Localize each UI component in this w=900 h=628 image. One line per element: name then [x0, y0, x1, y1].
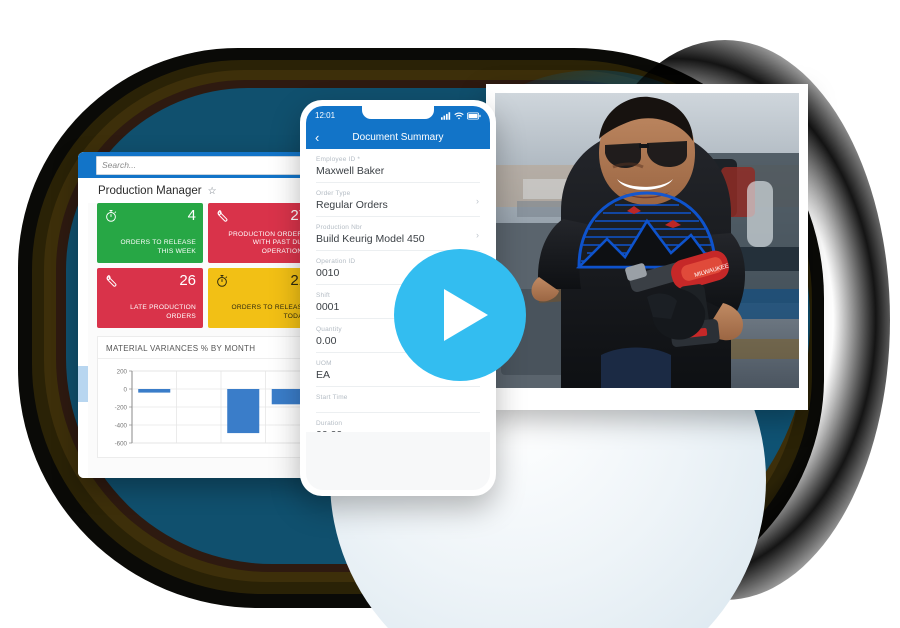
svg-text:-400: -400 — [115, 423, 128, 430]
kpi-tile-grid: 4 ORDERS TO RELEASE THIS WEEK 27 PRODUCT… — [88, 203, 323, 328]
chart-plot-area: 200 0 -200 -400 -600 — [98, 359, 313, 457]
field-value: Build Keurig Model 450 — [316, 233, 425, 245]
phone-status-bar: 12:01 — [306, 106, 490, 125]
search-placeholder: Search... — [102, 160, 137, 170]
phone-page-title: Document Summary — [352, 131, 444, 143]
form-field-production-nbr[interactable]: Production Nbr Build Keurig Model 450 › — [316, 217, 480, 251]
field-value: Maxwell Baker — [316, 165, 385, 177]
field-label: Duration — [316, 420, 343, 427]
wifi-icon — [454, 112, 464, 119]
tile-top-row: 26 — [104, 272, 196, 289]
kpi-tile-orders-to-release-today[interactable]: 21 ORDERS TO RELEASE TODAY — [208, 268, 314, 328]
worker-photo-clip: MILWAUKEE — [495, 93, 799, 388]
status-time: 12:01 — [315, 111, 336, 120]
worker-photo: MILWAUKEE — [495, 93, 799, 388]
field-label: Production Nbr — [316, 224, 363, 231]
svg-text:200: 200 — [117, 369, 128, 376]
star-outline-icon[interactable]: ☆ — [208, 186, 217, 197]
chevron-right-icon[interactable]: › — [476, 196, 479, 206]
tile-label: ORDERS TO RELEASE TODAY — [231, 304, 307, 320]
tile-value: 26 — [179, 272, 196, 289]
svg-text:-200: -200 — [115, 405, 128, 412]
rail-blue-segment — [78, 152, 88, 178]
page-title: Production Manager — [98, 185, 202, 197]
form-field-employee-id: Employee ID * Maxwell Baker — [316, 149, 480, 183]
chevron-right-icon[interactable]: › — [476, 230, 479, 240]
phone-bottom-filler — [306, 432, 490, 490]
chevron-left-icon[interactable]: ‹ — [315, 131, 319, 144]
stopwatch-icon — [106, 210, 117, 222]
wrench-icon — [217, 209, 228, 222]
field-label: Start Time — [316, 394, 348, 401]
cellular-signal-icon — [441, 111, 451, 120]
form-field-start-time: Start Time — [316, 387, 480, 413]
phone-notch — [362, 106, 434, 119]
search-input[interactable]: Search... — [96, 155, 315, 175]
play-video-button[interactable] — [394, 249, 526, 381]
tablet-title-row: Production Manager ☆ — [88, 178, 323, 203]
tile-top-row: 21 — [215, 273, 307, 288]
tile-top-row: 27 — [215, 208, 307, 223]
battery-icon — [467, 112, 481, 119]
rail-lightblue-segment — [78, 366, 88, 402]
form-field-order-type[interactable]: Order Type Regular Orders › — [316, 183, 480, 217]
field-value: Regular Orders — [316, 199, 388, 211]
tablet-left-rail — [78, 152, 88, 478]
hero-composition: Search... Production Manager ☆ 4 ORDERS … — [0, 0, 900, 628]
tile-label: PRODUCTION ORDERS WITH PAST DUE OPERATIO… — [228, 230, 307, 255]
field-label: Employee ID * — [316, 156, 361, 163]
svg-text:0: 0 — [124, 387, 128, 394]
kpi-tile-late-production-orders[interactable]: 26 LATE PRODUCTION ORDERS — [97, 268, 203, 328]
video-thumbnail-card[interactable]: MILWAUKEE — [486, 84, 808, 410]
tile-top-row: 4 — [104, 207, 196, 224]
tile-label: ORDERS TO RELEASE THIS WEEK — [120, 239, 196, 255]
material-variances-bar-chart: 200 0 -200 -400 -600 — [115, 369, 311, 448]
field-label: Order Type — [316, 190, 351, 197]
phone-nav-bar: ‹ Document Summary — [306, 125, 490, 149]
tablet-mockup: Search... Production Manager ☆ 4 ORDERS … — [78, 152, 323, 478]
status-icons — [441, 111, 481, 120]
chart-title: MATERIAL VARIANCES % BY MONTH — [98, 337, 313, 359]
tablet-top-bar: Search... — [88, 152, 323, 178]
play-triangle-icon — [444, 289, 488, 341]
kpi-tile-orders-to-release-this-week[interactable]: 4 ORDERS TO RELEASE THIS WEEK — [97, 203, 203, 263]
svg-text:-600: -600 — [115, 441, 128, 448]
worker-photo-illustration: MILWAUKEE — [495, 93, 799, 388]
tile-value: 4 — [187, 207, 196, 224]
stopwatch-icon — [217, 275, 228, 287]
tablet-screen: Search... Production Manager ☆ 4 ORDERS … — [88, 152, 323, 478]
wrench-icon — [106, 274, 117, 287]
tile-label: LATE PRODUCTION ORDERS — [130, 304, 196, 320]
material-variances-chart-card: MATERIAL VARIANCES % BY MONTH 200 0 -200 -4… — [97, 336, 314, 458]
kpi-tile-past-due-operations[interactable]: 27 PRODUCTION ORDERS WITH PAST DUE OPERA… — [208, 203, 314, 263]
